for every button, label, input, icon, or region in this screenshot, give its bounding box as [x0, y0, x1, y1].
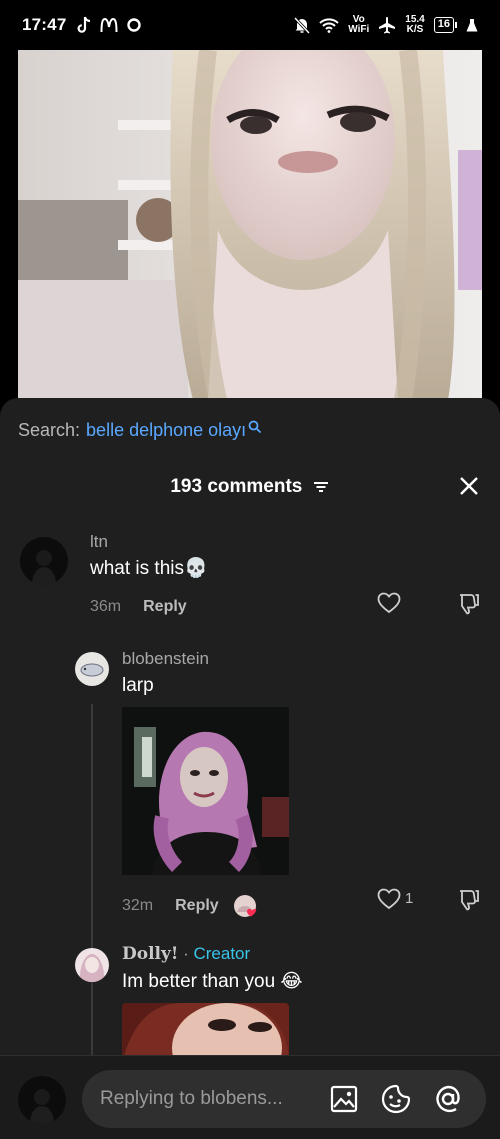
avatar[interactable] [75, 652, 109, 686]
comment-input[interactable]: Replying to blobens... [82, 1070, 486, 1128]
reply-text: larp [122, 675, 154, 696]
mcdonalds-icon [100, 17, 118, 33]
search-query-link[interactable]: belle delphone olayı [86, 420, 246, 441]
comments-header: 193 comments [0, 473, 500, 503]
heart-icon[interactable] [377, 592, 401, 614]
creator-liked-icon [233, 894, 257, 918]
battery-tip [455, 22, 457, 28]
comment-text: what is this💀 [90, 558, 208, 579]
vowifi-indicator: Vo WiFi [348, 15, 369, 35]
filter-icon[interactable] [312, 480, 330, 494]
reply-username-row: Dolly! · Creator [122, 944, 250, 964]
wifi-icon [319, 18, 339, 33]
vowifi-bottom: WiFi [348, 24, 370, 35]
avatar[interactable] [75, 948, 109, 982]
video-frame [18, 50, 482, 400]
comment-meta: 36m Reply [90, 598, 187, 616]
reply-image[interactable] [122, 1003, 289, 1063]
net-speed-unit: K/S [406, 24, 424, 35]
mute-icon [294, 16, 311, 34]
comments-count: 193 comments [0, 476, 500, 498]
airplane-icon [379, 17, 396, 34]
reply-username[interactable]: Dolly! [122, 944, 178, 964]
flask-icon [466, 18, 478, 31]
system-icons: Vo WiFi 15.4 K/S 16 [294, 15, 478, 35]
search-suggestion[interactable]: Search: belle delphone olayı [18, 420, 262, 441]
my-avatar[interactable] [18, 1076, 66, 1124]
search-label: Search: [18, 420, 81, 440]
avatar[interactable] [20, 537, 68, 585]
heart-icon[interactable] [377, 888, 401, 910]
username-separator: · [183, 944, 189, 963]
emoji-icon[interactable] [380, 1083, 412, 1115]
reply-button[interactable]: Reply [143, 598, 187, 616]
notification-icons [76, 16, 142, 34]
comments-count-label: 193 comments [170, 476, 303, 497]
image-icon[interactable] [330, 1085, 358, 1113]
reply-time: 32m [122, 897, 154, 914]
battery-indicator: 16 [433, 17, 457, 33]
reply-meta: 32m Reply [122, 894, 257, 918]
comments-sheet: Search: belle delphone olayı 193 comment… [0, 398, 500, 1139]
search-icon [248, 420, 262, 433]
network-speed: 15.4 K/S [405, 15, 424, 35]
reply-button[interactable]: Reply [175, 897, 219, 915]
dislike-icon[interactable] [457, 592, 481, 616]
reply-username[interactable]: blobenstein [122, 649, 209, 669]
status-bar: 17:47 Vo WiFi 15.4 K/S 16 [0, 0, 500, 50]
video-player[interactable] [18, 50, 482, 400]
clock: 17:47 [22, 15, 67, 34]
reply-text: Im better than you 😂 [122, 971, 303, 992]
comment-composer: Replying to blobens... [0, 1055, 500, 1139]
sync-icon [127, 18, 142, 32]
battery-level: 16 [433, 17, 454, 33]
comment-input-placeholder: Replying to blobens... [100, 1088, 283, 1109]
comment-time: 36m [90, 598, 122, 615]
reply-image[interactable] [122, 707, 289, 875]
tiktok-icon [78, 16, 91, 33]
comment-username[interactable]: ltn [90, 532, 108, 552]
close-icon[interactable] [458, 475, 480, 497]
dislike-icon[interactable] [457, 888, 481, 912]
mention-icon[interactable] [432, 1083, 464, 1115]
creator-badge: Creator [193, 944, 251, 963]
like-count: 1 [405, 890, 414, 907]
